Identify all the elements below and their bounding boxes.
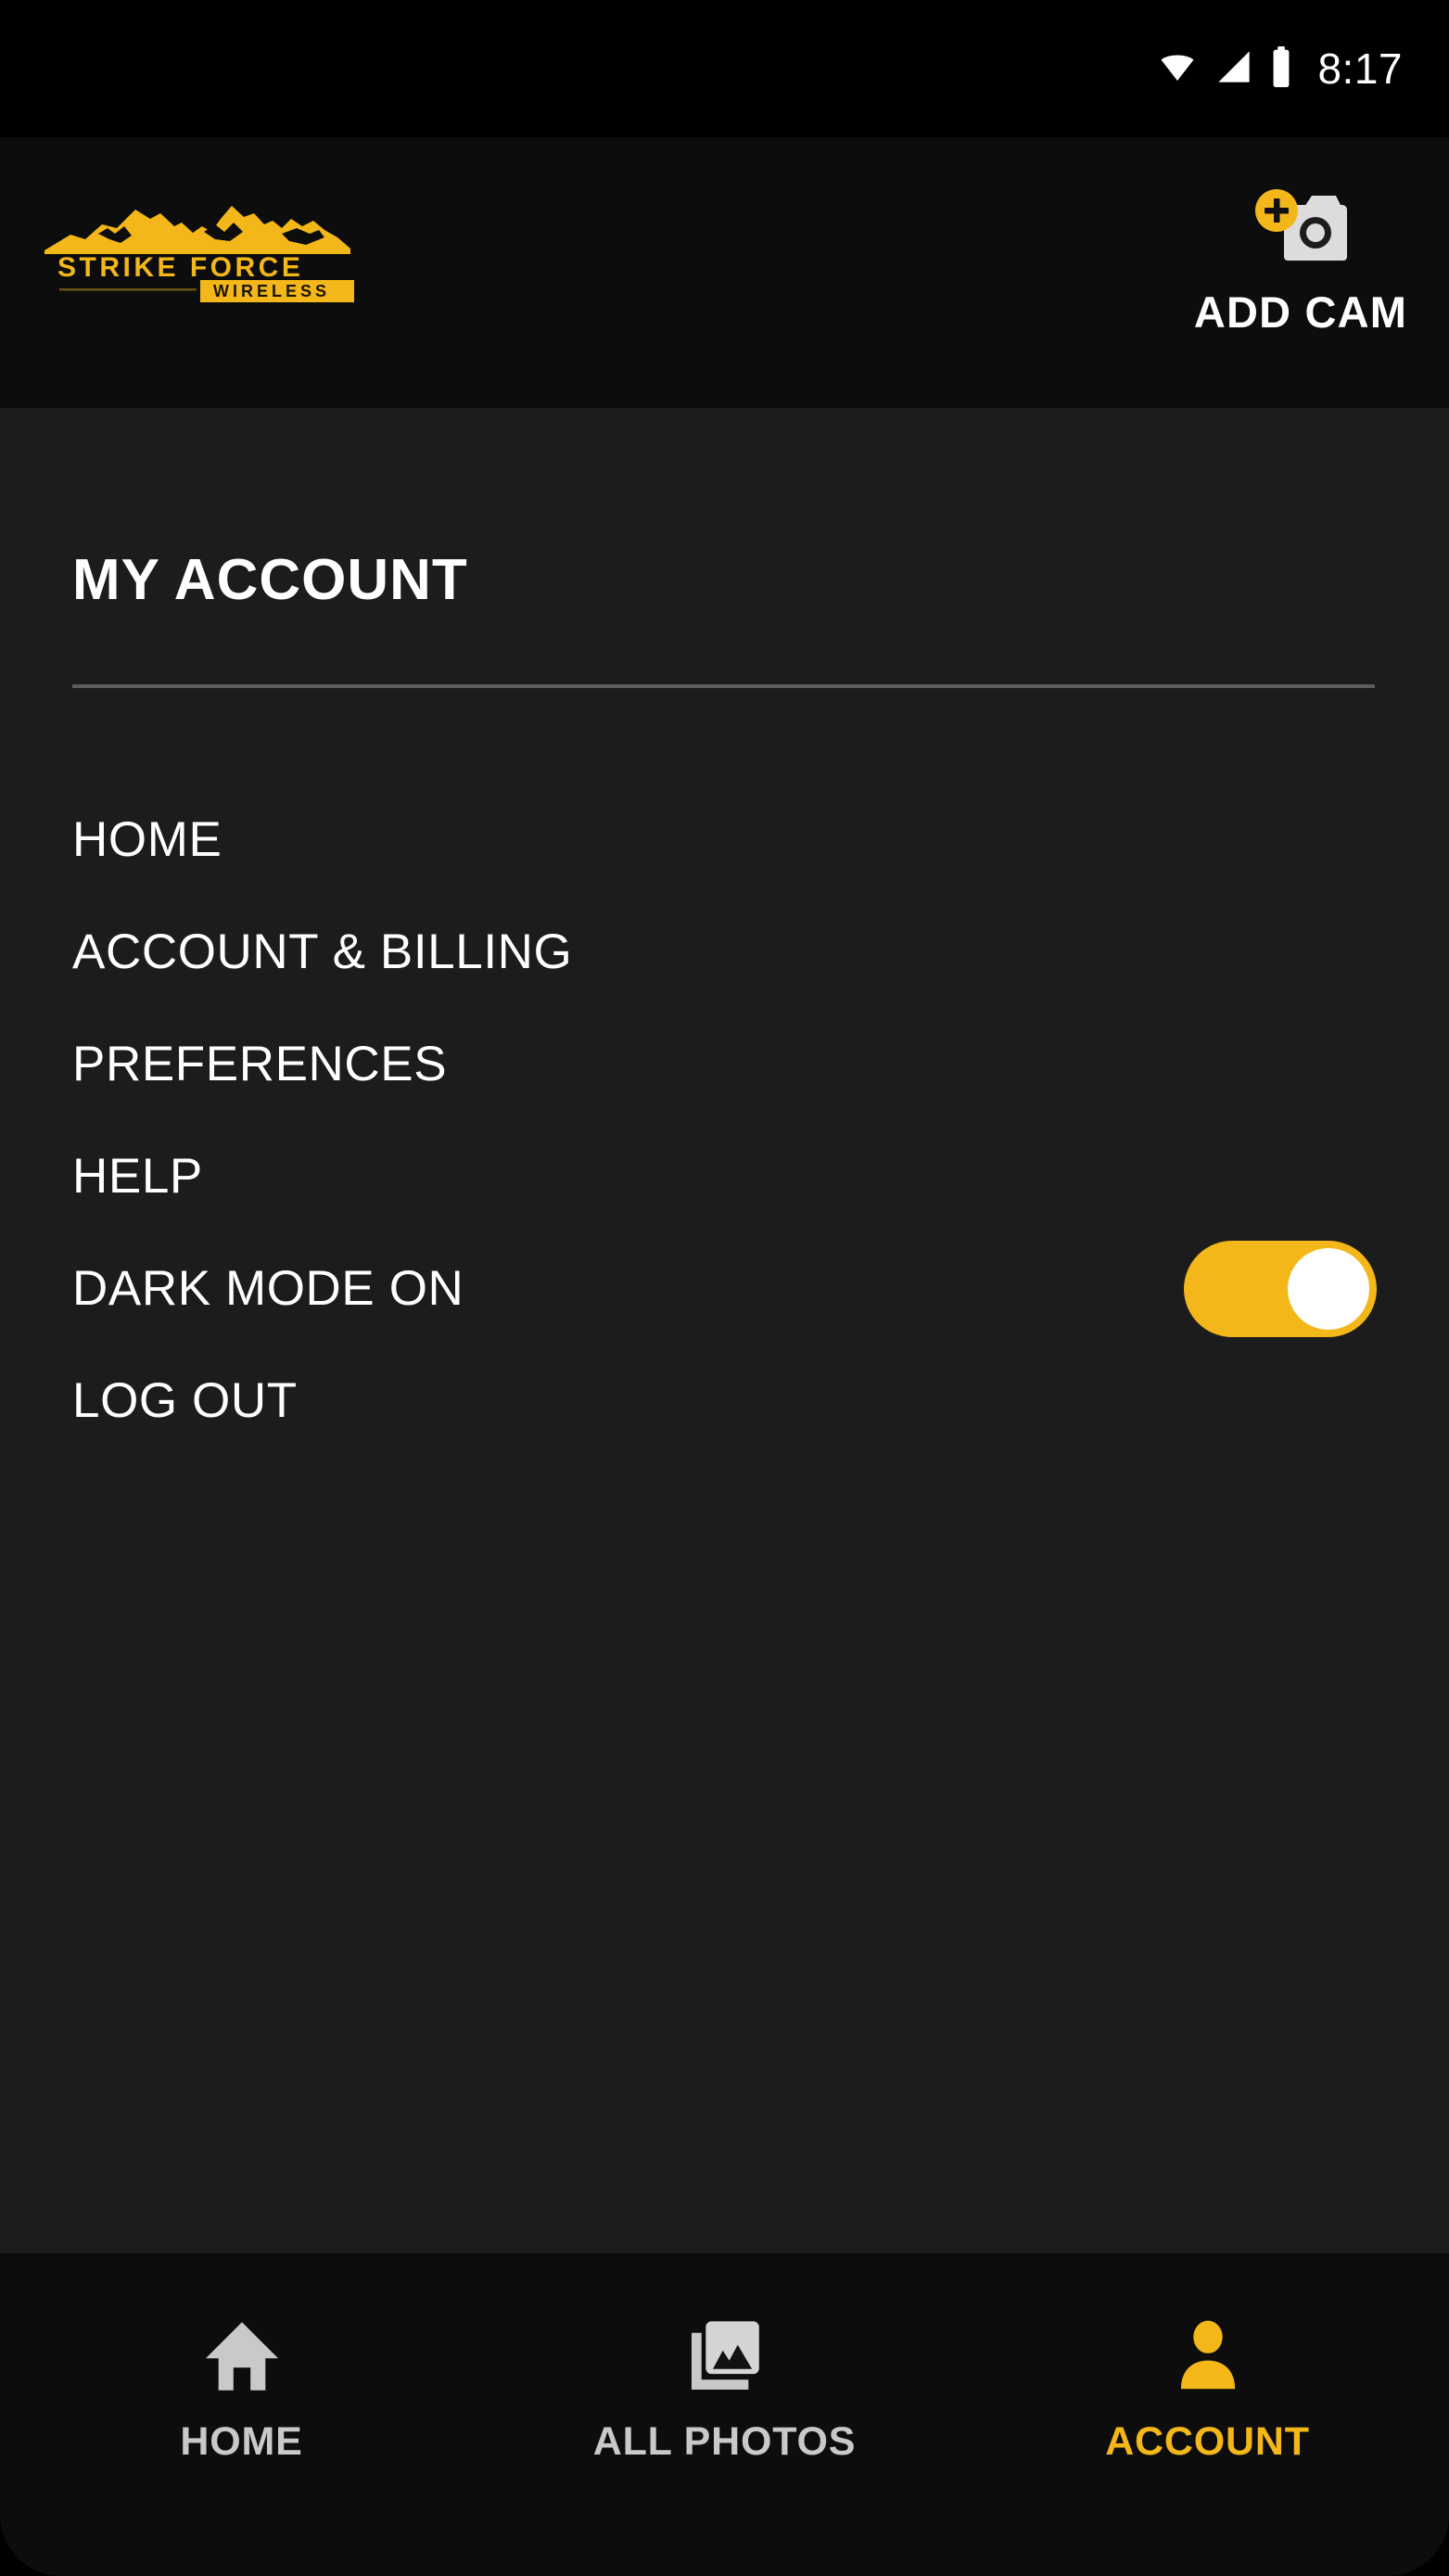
status-bar-icons	[1156, 45, 1293, 93]
menu-item-label: LOG OUT	[72, 1373, 298, 1428]
nav-item-home[interactable]: HOME	[0, 2307, 483, 2462]
title-divider	[72, 684, 1375, 688]
nav-item-all-photos[interactable]: ALL PHOTOS	[483, 2307, 966, 2462]
nav-item-account[interactable]: ACCOUNT	[966, 2307, 1449, 2462]
app-header: STRIKE FORCE WIRELESS ADD CAM	[0, 137, 1449, 408]
svg-text:WIRELESS: WIRELESS	[213, 282, 330, 300]
menu-item-help[interactable]: HELP	[0, 1120, 1449, 1232]
status-bar-clock: 8:17	[1317, 45, 1403, 93]
menu-item-label: DARK MODE ON	[72, 1261, 464, 1316]
battery-icon	[1269, 45, 1293, 93]
dark-mode-toggle[interactable]	[1184, 1240, 1377, 1337]
photos-icon	[682, 2307, 768, 2405]
add-cam-label: ADD CAM	[1193, 287, 1408, 337]
menu-item-account-billing[interactable]: ACCOUNT & BILLING	[0, 896, 1449, 1008]
add-camera-icon	[1251, 188, 1351, 277]
menu-item-dark-mode[interactable]: DARK MODE ON	[0, 1232, 1449, 1345]
account-page-content: MY ACCOUNT HOME ACCOUNT & BILLING PREFER…	[0, 408, 1449, 2253]
cellular-signal-icon	[1214, 48, 1254, 90]
svg-text:STRIKE FORCE: STRIKE FORCE	[57, 252, 303, 283]
menu-item-home[interactable]: HOME	[0, 784, 1449, 896]
status-bar: 8:17	[0, 0, 1449, 137]
nav-item-label: ACCOUNT	[1105, 2419, 1310, 2464]
phone-screen: 8:17 STRIKE FORCE WIRELESS ADD CAM MY AC…	[0, 0, 1449, 2576]
wifi-icon	[1156, 48, 1199, 90]
menu-item-preferences[interactable]: PREFERENCES	[0, 1008, 1449, 1120]
menu-item-label: HELP	[72, 1149, 203, 1204]
menu-item-label: PREFERENCES	[72, 1037, 448, 1091]
nav-item-label: ALL PHOTOS	[592, 2419, 857, 2464]
menu-item-log-out[interactable]: LOG OUT	[0, 1345, 1449, 1457]
account-menu: HOME ACCOUNT & BILLING PREFERENCES HELP …	[0, 784, 1449, 1457]
add-cam-button[interactable]: ADD CAM	[1189, 188, 1412, 334]
dark-mode-toggle-thumb	[1288, 1247, 1369, 1330]
menu-item-label: ACCOUNT & BILLING	[72, 925, 573, 979]
page-title: MY ACCOUNT	[72, 548, 468, 612]
home-icon	[199, 2307, 285, 2405]
menu-item-label: HOME	[72, 812, 222, 867]
bottom-navigation-bar: HOME ALL PHOTOS ACCOUNT	[0, 2253, 1449, 2576]
strike-force-wireless-logo[interactable]: STRIKE FORCE WIRELESS	[39, 191, 362, 302]
person-icon	[1165, 2307, 1251, 2405]
nav-item-label: HOME	[180, 2419, 303, 2464]
